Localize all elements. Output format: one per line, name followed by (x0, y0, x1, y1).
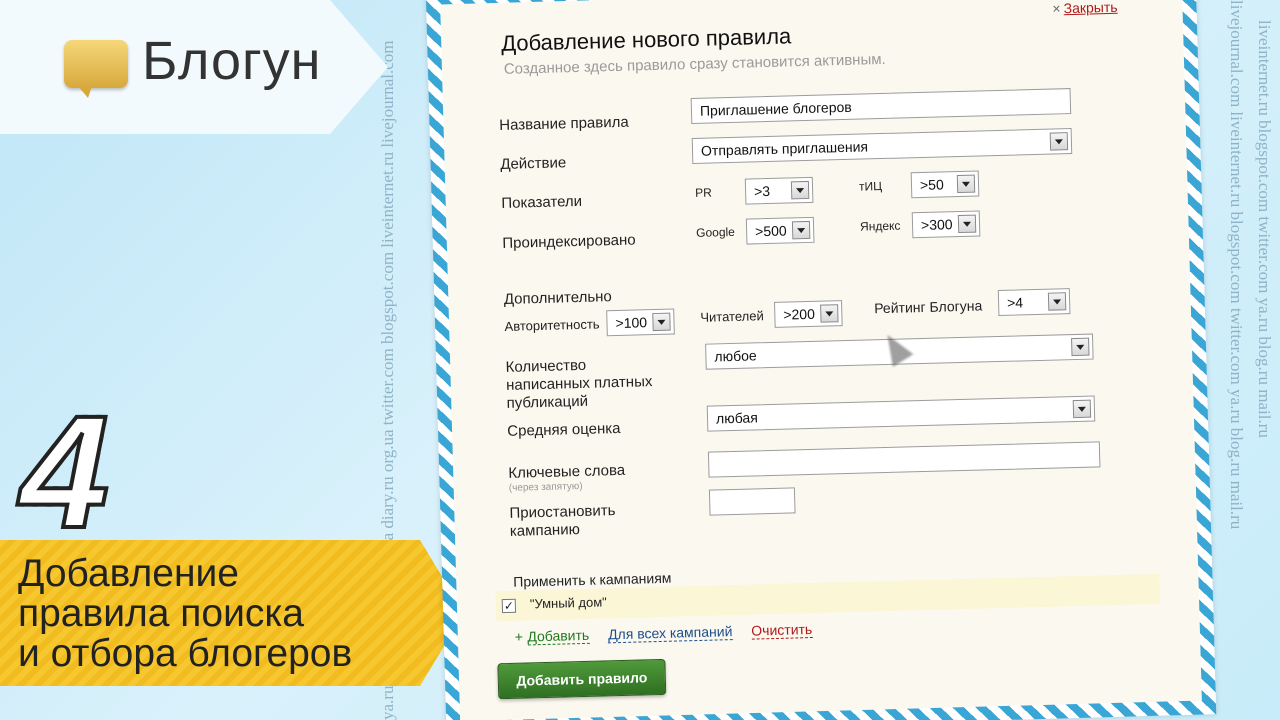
title-line-2: правила поиска (18, 592, 304, 635)
background-text-left-content: ya.ru blog.ru mail.ru org.ua diary.ru or… (378, 40, 397, 720)
rating-select[interactable]: >4 (997, 288, 1071, 317)
keywords-label: Ключевые слова (508, 461, 626, 482)
avg-score-select[interactable]: любая (706, 395, 1096, 432)
google-select-value: >500 (754, 222, 787, 240)
clear-link[interactable]: Очистить (751, 620, 813, 640)
yandex-select[interactable]: >300 (911, 210, 981, 239)
add-rule-form: × Закрыть Добавление нового правила Созда… (460, 0, 1199, 720)
campaign-links: + Добавить Для всех кампаний Очистить (514, 620, 813, 647)
action-select-value: Отправлять приглашения (700, 138, 869, 159)
chevron-down-icon (1072, 399, 1092, 419)
logo-banner: Блогун (0, 0, 388, 134)
readers-select-value: >200 (783, 305, 816, 323)
title-line-1: Добавление (18, 552, 239, 595)
avg-score-label: Средняя оценка (507, 419, 621, 440)
tic-select-value: >50 (919, 176, 944, 194)
plus-icon: + (514, 628, 524, 645)
pr-select[interactable]: >3 (744, 176, 814, 205)
add-rule-button[interactable]: Добавить правило (497, 658, 667, 700)
keywords-hint: (через запятую) (508, 480, 583, 494)
keywords-input[interactable] (707, 441, 1101, 478)
title-banner: Добавление правила поиска и отбора блоге… (0, 540, 464, 686)
readers-label: Читателей (700, 308, 764, 325)
campaign-name: "Умный дом" (529, 594, 608, 612)
logo-text: Блогун (142, 31, 322, 91)
pause-label-2: кампанию (509, 521, 581, 540)
tic-select[interactable]: >50 (910, 170, 980, 199)
authority-select[interactable]: >100 (606, 308, 675, 337)
background-text-right-content-2: liveinternet.ru blogspot.com twitter.com… (1255, 20, 1274, 438)
pr-select-value: >3 (753, 182, 771, 200)
avg-score-select-value: любая (715, 409, 758, 427)
background-text-right: livejournal.com liveinternet.ru blogspot… (1216, 0, 1280, 720)
rule-name-label: Название правила (499, 113, 629, 135)
authority-select-value: >100 (615, 314, 648, 332)
indexed-label: Проиндексировано (502, 231, 636, 252)
rule-name-input[interactable]: Приглашение блогеров (690, 88, 1072, 124)
dialog-title: Добавление нового правила (500, 23, 792, 56)
chevron-down-icon (820, 304, 839, 323)
rating-select-value: >4 (1006, 294, 1024, 311)
action-label: Действие (500, 154, 567, 173)
google-label: Google (695, 224, 736, 240)
step-number: 4 (18, 382, 111, 561)
paid-posts-label-1: Количество (505, 356, 587, 376)
authority-label: Авторитетность (504, 316, 600, 334)
tic-label: тИЦ (858, 179, 883, 194)
chevron-down-icon (652, 312, 671, 332)
close-icon: × (1052, 0, 1061, 17)
metrics-label: Показатели (501, 192, 583, 212)
all-campaigns-link[interactable]: Для всех кампаний (607, 623, 733, 644)
chevron-down-icon (1047, 292, 1067, 311)
google-select[interactable]: >500 (745, 216, 815, 245)
yandex-label: Яндекс (859, 218, 901, 234)
pr-label: PR (694, 185, 712, 200)
campaign-checkbox[interactable]: ✓ (501, 598, 517, 614)
chevron-down-icon (956, 174, 976, 194)
add-campaign-link[interactable]: Добавить (527, 626, 590, 646)
pause-label-1: Приостановить (509, 502, 616, 522)
chevron-down-icon (957, 214, 977, 234)
readers-select[interactable]: >200 (774, 300, 843, 328)
close-link[interactable]: × Закрыть (1052, 0, 1118, 16)
chevron-down-icon (1071, 337, 1090, 357)
chevron-down-icon (790, 180, 810, 200)
extra-label: Дополнительно (503, 288, 613, 308)
rating-label: Рейтинг Блогуна (874, 297, 983, 317)
close-link-label: Закрыть (1063, 0, 1118, 17)
title-line-3: и отбора блогеров (18, 632, 353, 675)
background-text-right-content-1: livejournal.com liveinternet.ru blogspot… (1227, 0, 1246, 530)
pause-input[interactable] (708, 487, 796, 516)
paid-posts-label-3: публикаций (506, 392, 589, 412)
speech-bubble-icon (64, 40, 128, 98)
action-select[interactable]: Отправлять приглашения (691, 128, 1073, 164)
paid-posts-label-2: написанных платных (505, 373, 653, 394)
paid-posts-select-value: любое (714, 347, 757, 365)
chevron-down-icon (791, 220, 811, 240)
chevron-down-icon (1049, 132, 1069, 151)
yandex-select-value: >300 (920, 216, 953, 234)
